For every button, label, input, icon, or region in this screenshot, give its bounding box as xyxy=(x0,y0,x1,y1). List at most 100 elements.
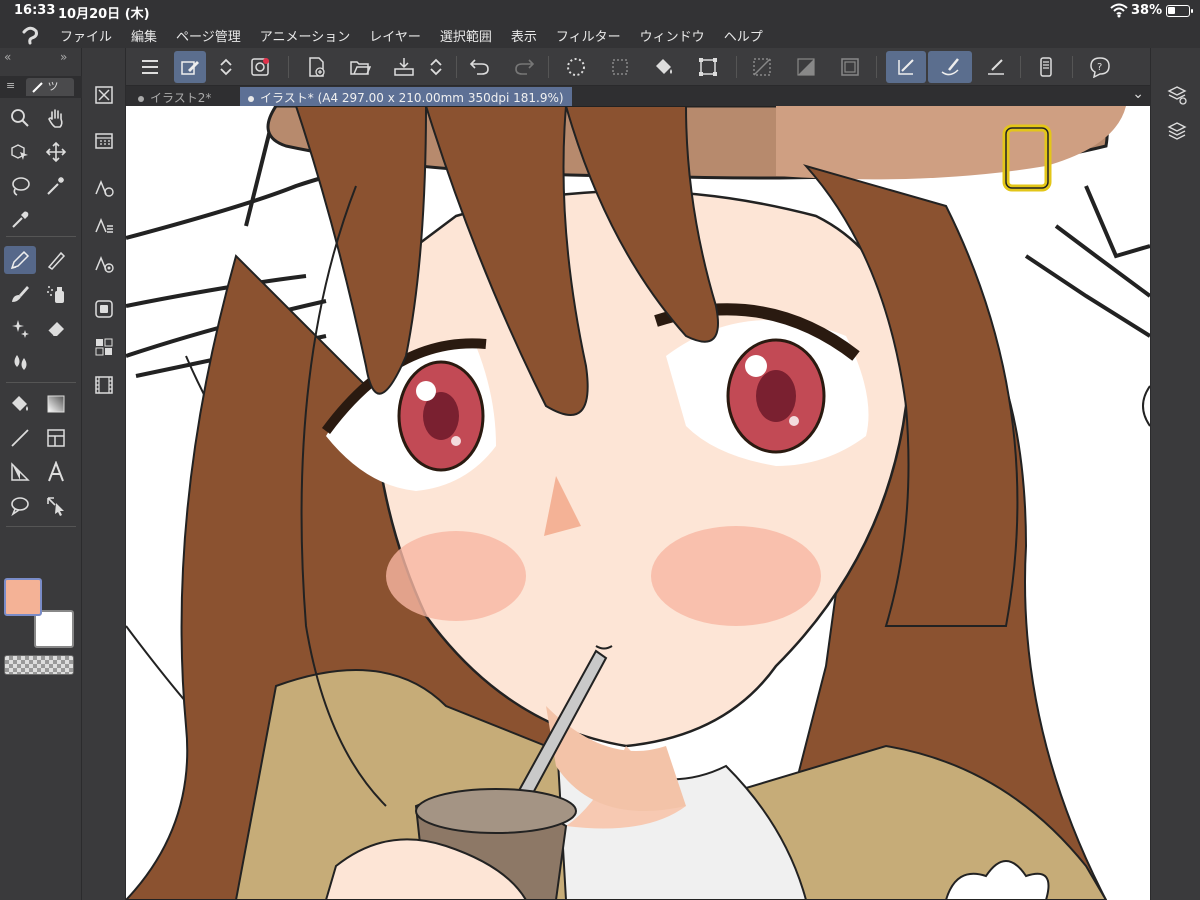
object-select-tool[interactable] xyxy=(4,138,36,166)
edit-mode-button[interactable] xyxy=(174,51,206,83)
pencil-tool[interactable] xyxy=(40,246,72,274)
open-file-button[interactable] xyxy=(344,51,376,83)
pen-tool[interactable] xyxy=(4,246,36,274)
stroke-button[interactable] xyxy=(928,51,972,83)
sub-tool-button-1[interactable] xyxy=(89,80,119,110)
undo-icon xyxy=(469,59,489,75)
menu-edit[interactable]: 編集 xyxy=(131,26,157,45)
deselect-button[interactable] xyxy=(604,51,636,83)
pen-pressure-button[interactable] xyxy=(886,51,926,83)
lasso-tool[interactable] xyxy=(4,172,36,200)
frame-tool[interactable] xyxy=(40,424,72,452)
toolbar-divider xyxy=(456,56,457,78)
transparent-color-swatch[interactable] xyxy=(4,655,74,675)
undo-button[interactable] xyxy=(464,51,496,83)
move-tool[interactable] xyxy=(40,138,72,166)
collapse-tools-right-icon[interactable]: » xyxy=(60,50,67,64)
tab-dot xyxy=(248,95,254,102)
menu-page[interactable]: ページ管理 xyxy=(176,26,241,45)
line-tool[interactable] xyxy=(4,424,36,452)
edit-mode-icon xyxy=(181,61,199,75)
menu-window[interactable]: ウィンドウ xyxy=(640,26,705,45)
new-file-icon xyxy=(309,57,325,77)
doc-tab-1[interactable]: イラスト2* xyxy=(130,87,219,106)
decoration-tool[interactable] xyxy=(4,314,36,342)
save-stepper-button[interactable] xyxy=(424,51,448,83)
menu-help[interactable]: ヘルプ xyxy=(724,26,763,45)
correct-line-tool[interactable] xyxy=(40,492,72,520)
right-panel-bar xyxy=(1150,48,1200,900)
tab-menu-icon[interactable]: ≡ xyxy=(6,79,15,92)
sub-tool-button-5[interactable] xyxy=(89,248,119,278)
sub-tool-button-6[interactable] xyxy=(89,294,119,324)
new-file-button[interactable] xyxy=(300,51,332,83)
command-bar: « › xyxy=(0,48,1200,86)
blend-tool[interactable] xyxy=(4,348,36,376)
sub-tool-button-3[interactable] xyxy=(89,172,119,202)
tab-dot xyxy=(138,95,144,102)
select-all-icon xyxy=(567,58,585,76)
stroke-icon xyxy=(941,58,959,76)
save-icon xyxy=(394,58,414,76)
status-time: 16:33 xyxy=(14,3,56,18)
zoom-tool[interactable] xyxy=(4,104,36,132)
pen-target-icon xyxy=(95,256,114,273)
device-button[interactable] xyxy=(1030,51,1062,83)
sub-tool-button-4[interactable] xyxy=(89,210,119,240)
sub-tool-palette xyxy=(82,48,126,900)
text-icon xyxy=(48,461,64,482)
menu-view[interactable]: 表示 xyxy=(511,26,537,45)
eyedropper-tool[interactable] xyxy=(4,206,36,234)
sub-tool-button-7[interactable] xyxy=(89,332,119,362)
save-button[interactable] xyxy=(388,51,420,83)
snap-grid-button[interactable] xyxy=(834,51,866,83)
stepper-button[interactable] xyxy=(214,51,238,83)
transform-button[interactable] xyxy=(692,51,724,83)
brush-tool[interactable] xyxy=(4,280,36,308)
battery-percent: 38% xyxy=(1131,3,1163,18)
collapse-tools-icon[interactable]: « xyxy=(4,50,11,64)
balloon-tool[interactable] xyxy=(4,492,36,520)
doc-tab-1-label: イラスト2* xyxy=(150,91,212,105)
toolbar-divider xyxy=(736,56,737,78)
fill-tool[interactable] xyxy=(4,390,36,418)
menu-animation[interactable]: アニメーション xyxy=(260,26,350,45)
doc-tab-2[interactable]: イラスト* (A4 297.00 x 210.00mm 350dpi 181.9… xyxy=(240,87,572,106)
hand-tool[interactable] xyxy=(40,104,72,132)
snap-special-ruler-button[interactable] xyxy=(790,51,822,83)
brush-stabilization-button[interactable] xyxy=(244,51,276,83)
menu-file[interactable]: ファイル xyxy=(60,26,112,45)
help-button[interactable]: ? xyxy=(1084,51,1116,83)
menu-filter[interactable]: フィルター xyxy=(556,26,621,45)
layers-button[interactable] xyxy=(1164,118,1190,144)
drawing-canvas[interactable] xyxy=(126,106,1150,900)
menu-layer[interactable]: レイヤー xyxy=(369,26,421,45)
layers-icon xyxy=(1167,122,1187,140)
battery-fill xyxy=(1168,7,1175,14)
gradient-tool[interactable] xyxy=(40,390,72,418)
snap-icon xyxy=(753,58,771,76)
menu-selection[interactable]: 選択範囲 xyxy=(440,26,492,45)
layer-property-button[interactable] xyxy=(1164,82,1190,108)
main-color-swatch[interactable] xyxy=(4,578,42,616)
redo-button[interactable] xyxy=(508,51,540,83)
help-icon: ? xyxy=(1090,57,1110,78)
status-date: 10月20日 (木) xyxy=(58,7,150,22)
snap-ruler-button[interactable] xyxy=(746,51,778,83)
sub-tool-button-2[interactable] xyxy=(89,126,119,156)
ruler-tool[interactable] xyxy=(4,458,36,486)
text-tool[interactable] xyxy=(40,458,72,486)
magic-wand-tool[interactable] xyxy=(40,172,72,200)
select-all-button[interactable] xyxy=(560,51,592,83)
smoothing-button[interactable] xyxy=(980,51,1012,83)
menu-button[interactable] xyxy=(134,51,166,83)
sub-tool-button-8[interactable] xyxy=(89,370,119,400)
color-set-icon xyxy=(95,338,113,356)
eraser-tool[interactable] xyxy=(40,314,72,342)
tab-tool[interactable]: ツ xyxy=(26,78,74,96)
airbrush-tool[interactable] xyxy=(40,280,72,308)
app-logo-icon[interactable] xyxy=(0,22,60,48)
fill-button[interactable] xyxy=(648,51,680,83)
chevron-down-icon[interactable]: ⌄ xyxy=(1132,86,1144,102)
open-file-icon xyxy=(350,61,371,75)
